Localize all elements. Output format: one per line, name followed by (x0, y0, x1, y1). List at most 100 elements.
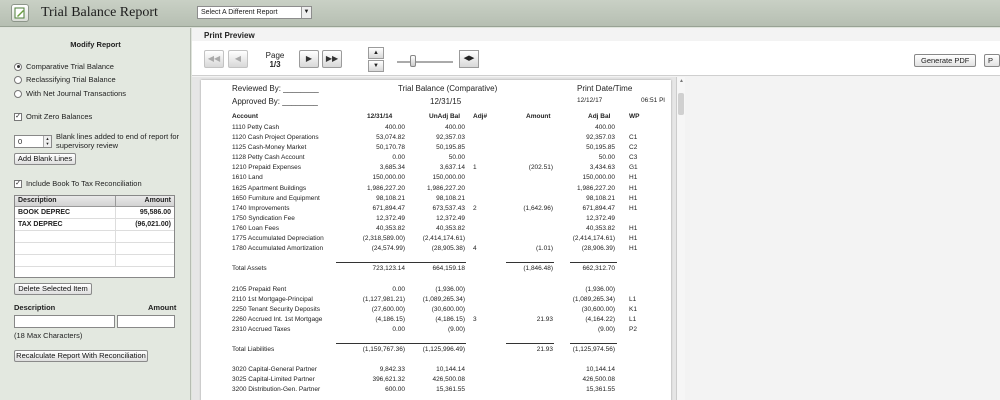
report-select-dropdown[interactable]: Select A Different Report ▼ (197, 6, 312, 19)
fit-width-icon[interactable]: ◀▶ (459, 50, 479, 68)
table-row[interactable] (15, 243, 174, 255)
row-wp: C3 (629, 154, 638, 162)
vertical-scrollbar[interactable]: ▲ (676, 77, 685, 400)
row-account: 1210 Prepaid Expenses (232, 164, 302, 172)
table-row[interactable]: TAX DEPREC (96,021.00) (15, 219, 174, 231)
row-unadj: 92,357.03 (436, 134, 465, 142)
row-account: 2250 Tenant Security Deposits (232, 305, 321, 313)
scroll-up-icon[interactable]: ▲ (677, 77, 686, 86)
table-row: 3020 Capital-General Partner 9,842.33 10,1… (201, 366, 671, 376)
row-adj-num: 4 (473, 245, 477, 253)
row-wp: H1 (629, 245, 638, 253)
row-adj-bal: 662,312.70 (582, 265, 615, 273)
table-row[interactable]: BOOK DEPREC 95,586.00 (15, 207, 174, 219)
row-wp: H1 (629, 204, 638, 212)
row-account: 1120 Cash Project Operations (232, 134, 319, 142)
print-button[interactable]: P (984, 54, 1000, 67)
checkmark-icon[interactable]: ✓ (14, 112, 22, 121)
table-row: 1780 Accumulated Amortization (24,574.99)… (201, 245, 671, 255)
table-row: Total Assets 723,123.14 664,159.18 (1,846.4… (201, 265, 671, 275)
first-page-icon[interactable]: ◀◀ (204, 50, 224, 68)
report-select-value: Select A Different Report (201, 9, 278, 16)
row-adj-bal: 671,894.47 (582, 204, 615, 212)
app-header: Trial Balance Report Select A Different … (0, 0, 1000, 27)
row-account: Total Liabilities (232, 346, 275, 354)
recalculate-button[interactable]: Recalculate Report With Reconciliation (14, 350, 148, 362)
omit-zero-checkbox-row[interactable]: ✓ Omit Zero Balances (14, 112, 92, 121)
subtotal-rule (506, 262, 554, 263)
row-adj-bal: (1,936.00) (585, 285, 615, 293)
row-wp: G1 (629, 164, 638, 172)
table-row: 1210 Prepaid Expenses 3,685.34 3,637.14 1 (2… (201, 164, 671, 174)
description-label: Description (14, 303, 56, 312)
row-wp: H1 (629, 194, 638, 202)
omit-zero-label: Omit Zero Balances (26, 112, 93, 121)
table-row: 1110 Petty Cash 400.00 400.00 400.00 (201, 124, 671, 134)
radio-button[interactable] (14, 62, 22, 71)
col-wp: WP (629, 113, 640, 120)
zoom-slider-track[interactable] (397, 61, 453, 63)
include-recon-checkbox-row[interactable]: ✓ Include Book To Tax Reconciliation (14, 179, 142, 188)
row-wp: L1 (629, 295, 637, 303)
table-row: 1750 Syndication Fee 12,372.49 12,372.49 12… (201, 215, 671, 225)
checkmark-icon[interactable]: ✓ (14, 179, 22, 188)
row-adj-num: 1 (473, 164, 477, 172)
table-row[interactable] (15, 231, 174, 243)
add-blank-lines-button[interactable]: Add Blank Lines (14, 153, 76, 165)
row-unadj: 15,361.55 (436, 386, 465, 394)
amount-label: Amount (148, 303, 177, 312)
radio-comparative[interactable]: Comparative Trial Balance (14, 62, 114, 71)
radio-button[interactable] (14, 75, 22, 84)
blank-lines-stepper[interactable]: 0 ▲ ▼ (14, 135, 52, 148)
description-input[interactable] (14, 315, 115, 328)
row-adj-bal: 10,144.14 (586, 366, 615, 374)
page-value: 1/3 (269, 60, 281, 69)
zoom-slider-thumb[interactable] (410, 55, 416, 67)
chevron-down-icon[interactable]: ▼ (301, 7, 311, 18)
stepper-arrows-icon[interactable]: ▲ ▼ (43, 136, 51, 147)
radio-net-journal[interactable]: With Net Journal Transactions (14, 89, 126, 98)
row-description: TAX DEPREC (15, 219, 116, 230)
include-recon-label: Include Book To Tax Reconciliation (26, 179, 142, 188)
row-wp: H1 (629, 184, 638, 192)
page-indicator: Page 1/3 (264, 51, 286, 69)
table-row[interactable] (15, 255, 174, 267)
delete-selected-item-button[interactable]: Delete Selected Item (14, 283, 92, 295)
row-account: 1110 Petty Cash (232, 124, 280, 131)
row-account: 1625 Apartment Buildings (232, 184, 307, 192)
zoom-in-icon[interactable]: ▲ (368, 47, 384, 59)
row-account: 1650 Furniture and Equipment (232, 194, 320, 202)
row-amount: 21.93 (536, 315, 553, 323)
row-adj-bal: (1,089,265.34) (572, 295, 615, 303)
table-row: 1125 Cash-Money Market 50,170.78 50,195.85… (201, 144, 671, 154)
sidebar-heading: Modify Report (70, 40, 121, 49)
print-time: 06:51 Pl (641, 97, 665, 104)
amount-input[interactable] (117, 315, 175, 328)
row-adj-bal: 15,361.55 (586, 386, 615, 394)
table-row: 1625 Apartment Buildings 1,986,227.20 1,98… (201, 185, 671, 195)
blank-lines-label: Blank lines added to end of report for s… (56, 132, 179, 150)
table-row: 2310 Accrued Taxes 0.00 (9.00) (9.00) P2 (201, 326, 671, 336)
radio-button[interactable] (14, 89, 22, 98)
radio-label: Comparative Trial Balance (26, 62, 114, 71)
zoom-out-icon[interactable]: ▼ (368, 60, 384, 72)
subtotal-rule (506, 343, 554, 344)
row-unadj: 400.00 (445, 124, 465, 131)
last-page-icon[interactable]: ▶▶ (322, 50, 342, 68)
row-account: 2260 Accrued Int. 1st Mortgage (232, 315, 323, 323)
row-unadj: (1,089,265.34) (422, 295, 465, 303)
row-unadj: (1,936.00) (435, 285, 465, 293)
radio-label: With Net Journal Transactions (26, 89, 127, 98)
prev-page-icon[interactable]: ◀ (228, 50, 248, 68)
row-wp: P2 (629, 325, 637, 333)
radio-reclassifying[interactable]: Reclassifying Trial Balance (14, 75, 116, 84)
table-row: 3200 Distribution-Gen. Partner 600.00 15,3… (201, 386, 671, 396)
row-account: 3020 Capital-General Partner (232, 366, 317, 374)
generate-pdf-button[interactable]: Generate PDF (914, 54, 977, 67)
scroll-thumb[interactable] (678, 93, 684, 115)
row-account: 1610 Land (232, 174, 263, 182)
row-unadj: (2,414,174.61) (422, 235, 465, 243)
row-adj-bal: 50,195.85 (586, 144, 615, 152)
row-account: 1760 Loan Fees (232, 224, 279, 232)
next-page-icon[interactable]: ▶ (299, 50, 319, 68)
